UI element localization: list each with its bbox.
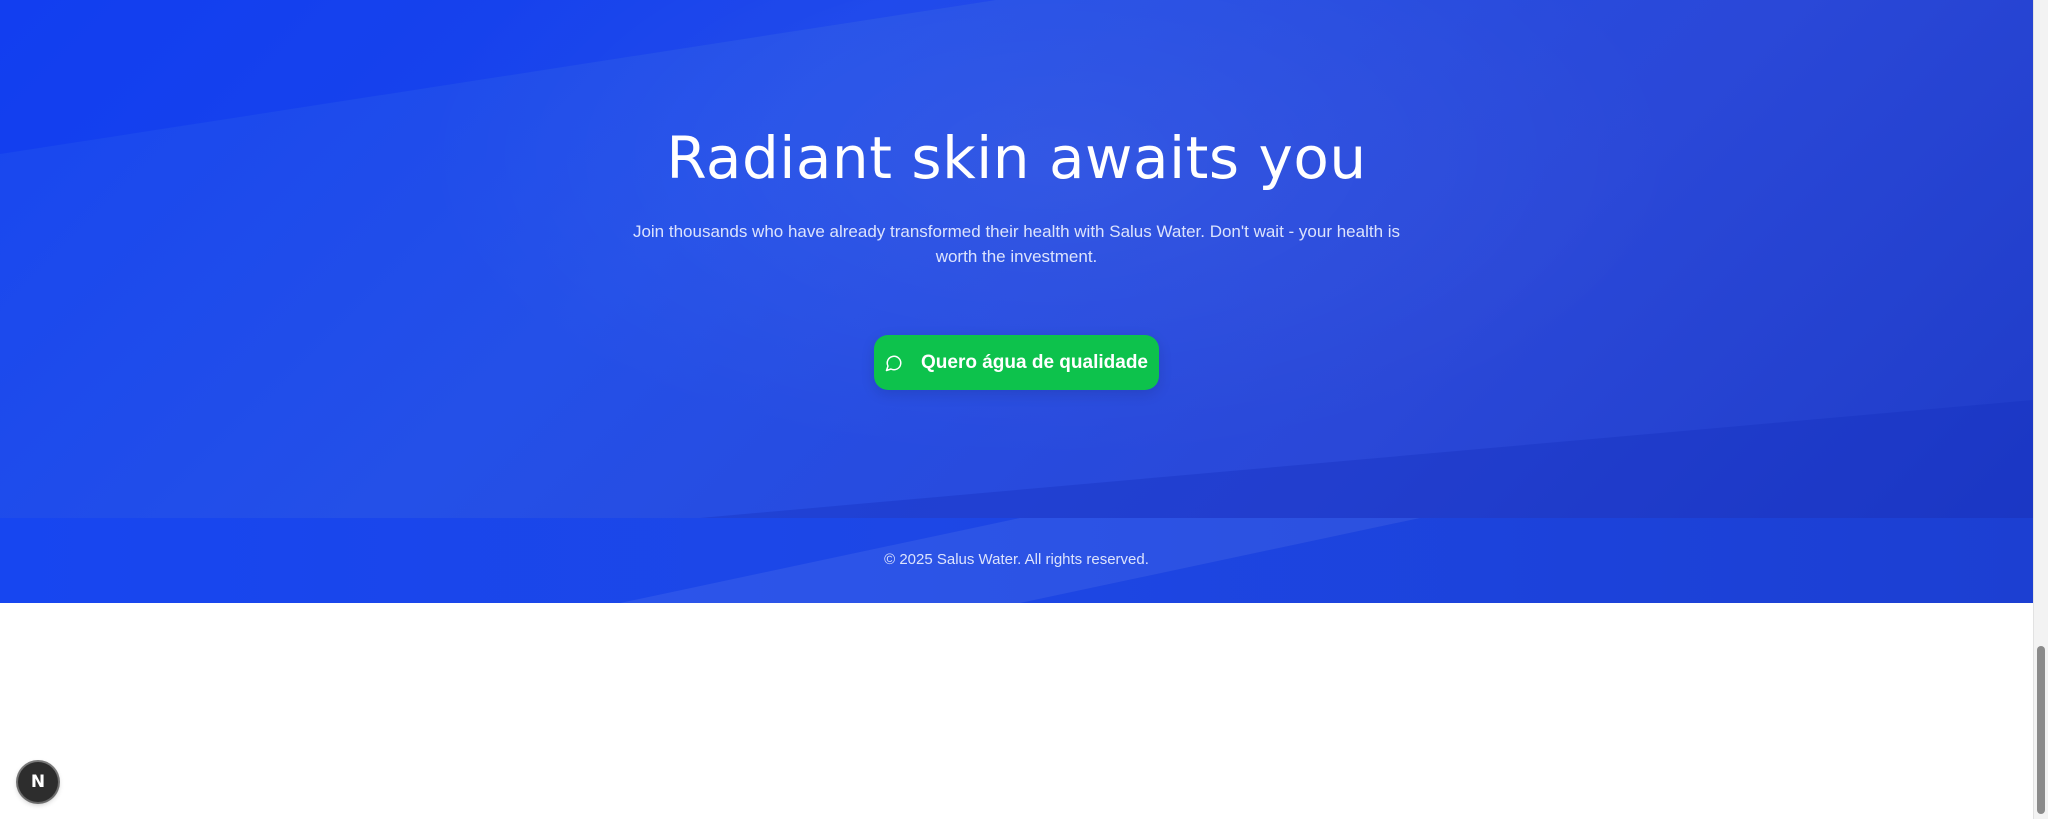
footer-copyright: © 2025 Salus Water. All rights reserved. [884,551,1149,568]
nextjs-dev-indicator[interactable]: N [18,762,58,802]
scrollbar-thumb[interactable] [2037,646,2045,814]
cta-section: Radiant skin awaits you Join thousands w… [0,0,2033,518]
cta-button-label: Quero água de qualidade [921,351,1148,373]
cta-subtitle: Join thousands who have already transfor… [632,222,1401,266]
browser-viewport: Radiant skin awaits you Join thousands w… [0,0,2033,819]
chat-bubble-icon [885,354,903,372]
page: Radiant skin awaits you Join thousands w… [0,0,2048,819]
footer: © 2025 Salus Water. All rights reserved. [0,518,2033,603]
cta-whatsapp-button[interactable]: Quero água de qualidade [874,335,1159,390]
cta-content: Radiant skin awaits you Join thousands w… [0,0,2033,518]
cta-title: Radiant skin awaits you [666,124,1367,192]
nextjs-icon: N [30,772,46,792]
vertical-scrollbar[interactable] [2033,0,2048,819]
